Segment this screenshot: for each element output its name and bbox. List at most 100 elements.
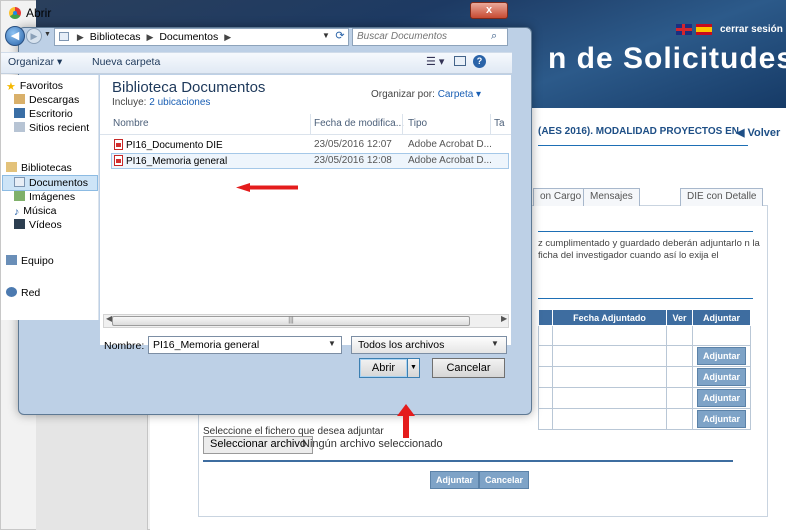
locations-link[interactable]: 2 ubicaciones: [149, 97, 210, 108]
column-divider[interactable]: [490, 114, 491, 134]
scrollbar-thumb[interactable]: |||: [112, 316, 470, 326]
table-row: Adjuntar: [538, 387, 751, 409]
cancel-button[interactable]: Cancelar: [432, 358, 505, 378]
column-divider[interactable]: [402, 114, 403, 134]
column-header-name[interactable]: Nombre: [113, 118, 149, 129]
search-icon[interactable]: ⌕: [491, 30, 497, 43]
attach-button[interactable]: Adjuntar: [697, 410, 746, 428]
nav-item-documents[interactable]: Documentos: [14, 177, 88, 189]
tab-mensajes[interactable]: Mensajes: [583, 188, 640, 206]
chevron-down-icon[interactable]: ▼: [328, 339, 336, 348]
back-arrow-icon[interactable]: ◀: [5, 26, 25, 46]
computer-icon: [6, 255, 17, 265]
annotation-arrow-icon: [397, 404, 415, 438]
preview-pane-icon[interactable]: [454, 56, 466, 66]
chevron-down-icon[interactable]: ▼: [44, 31, 51, 38]
table-header-date: Fecha Adjuntado: [552, 309, 667, 326]
column-header-row: [100, 113, 511, 135]
column-header-size[interactable]: Ta: [494, 118, 505, 129]
instructions-text: z cumplimentado y guardado deberán adjun…: [538, 238, 760, 261]
cancel-submit-button[interactable]: Cancelar: [479, 471, 530, 489]
library-includes: Incluye: 2 ubicaciones: [112, 97, 211, 108]
file-type: Adobe Acrobat D...: [408, 139, 492, 150]
divider: [203, 460, 733, 462]
nav-item-downloads[interactable]: Descargas: [14, 94, 79, 106]
column-header-type[interactable]: Tipo: [408, 118, 427, 129]
column-header-date[interactable]: Fecha de modifica...: [314, 118, 404, 129]
library-title: Biblioteca Documentos: [112, 79, 266, 96]
nav-item-videos[interactable]: Vídeos: [14, 219, 62, 231]
file-date: 23/05/2016 12:07: [314, 139, 392, 150]
dialog-title: Abrir: [26, 6, 52, 20]
filename-label: Nombre:: [104, 340, 145, 352]
attach-button[interactable]: Adjuntar: [697, 347, 746, 365]
nav-item-images[interactable]: Imágenes: [14, 191, 75, 203]
tab-cargo[interactable]: on Cargo: [533, 188, 589, 206]
uk-flag-icon[interactable]: [676, 24, 692, 35]
filetype-select[interactable]: Todos los archivos: [351, 336, 507, 354]
organize-button[interactable]: Organizar ▾: [8, 56, 62, 68]
table-header-attach: Adjuntar: [692, 309, 751, 326]
nav-item-network[interactable]: Red: [6, 287, 40, 299]
tab-die-detalle[interactable]: DIE con Detalle: [680, 188, 764, 206]
arrange-by[interactable]: Organizar por: Carpeta ▾: [371, 89, 481, 100]
table-row: [538, 325, 751, 346]
nav-item-music[interactable]: ♪ Música: [14, 205, 57, 218]
new-folder-button[interactable]: Nueva carpeta: [92, 56, 160, 68]
images-icon: [14, 191, 25, 201]
attachments-table: Fecha Adjuntado Ver Adjuntar Adjuntar Ad…: [538, 309, 751, 430]
address-bar[interactable]: ▶ Bibliotecas ▶ Documentos ▶: [54, 28, 349, 46]
spain-flag-icon[interactable]: [696, 24, 712, 35]
chevron-right-icon: ▶: [146, 32, 154, 42]
search-input[interactable]: [357, 31, 481, 42]
nav-item-desktop[interactable]: Escritorio: [14, 108, 73, 120]
divider: [538, 145, 748, 146]
chevron-right-icon: ▶: [76, 32, 84, 42]
annotation-arrow-icon: [236, 183, 298, 192]
libraries-icon: [6, 162, 17, 172]
breadcrumb-libraries[interactable]: Bibliotecas: [90, 31, 141, 43]
filename-input[interactable]: PI16_Memoria general: [148, 336, 342, 354]
column-divider[interactable]: [310, 114, 311, 134]
divider: [538, 231, 753, 232]
open-button[interactable]: Abrir: [359, 358, 408, 378]
close-button[interactable]: x: [470, 2, 508, 19]
table-row: Adjuntar: [538, 366, 751, 388]
attach-submit-button[interactable]: Adjuntar: [430, 471, 479, 489]
chrome-icon: [9, 7, 21, 19]
open-options-chevron-icon[interactable]: ▼: [407, 358, 420, 378]
nav-item-favorites[interactable]: ★ Favoritos: [6, 80, 63, 93]
table-row: Adjuntar: [538, 408, 751, 430]
refresh-icon[interactable]: ⟳: [332, 29, 348, 45]
forward-arrow-icon[interactable]: ▶: [26, 28, 42, 44]
recent-places-icon: [14, 122, 25, 132]
attach-button[interactable]: Adjuntar: [697, 368, 746, 386]
attach-button[interactable]: Adjuntar: [697, 389, 746, 407]
arrange-by-value[interactable]: Carpeta ▾: [438, 89, 481, 100]
table-row: Adjuntar: [538, 345, 751, 367]
no-file-text: Ningún archivo seleccionado: [302, 438, 443, 450]
file-row[interactable]: PI16_Documento DIE 23/05/2016 12:07 Adob…: [110, 138, 510, 153]
pdf-icon: [114, 155, 123, 166]
scroll-right-icon[interactable]: ▶: [501, 314, 507, 323]
file-date: 23/05/2016 12:08: [314, 155, 392, 166]
file-type: Adobe Acrobat D...: [408, 155, 492, 166]
chevron-down-icon[interactable]: ▼: [491, 339, 499, 348]
view-options-icon[interactable]: ☰ ▾: [426, 55, 444, 68]
logout-link[interactable]: cerrar sesión: [720, 24, 783, 35]
search-box[interactable]: [352, 28, 508, 46]
choose-file-button[interactable]: Seleccionar archivo: [203, 436, 313, 454]
nav-item-computer[interactable]: Equipo: [6, 255, 54, 267]
nav-item-libraries[interactable]: Bibliotecas: [6, 162, 72, 174]
breadcrumb-documents[interactable]: Documentos: [159, 31, 218, 43]
star-icon: ★: [6, 81, 16, 93]
file-row[interactable]: PI16_Memoria general 23/05/2016 12:08 Ad…: [110, 154, 510, 169]
documents-icon: [14, 177, 25, 187]
banner-title: n de Solicitudes: [548, 42, 786, 75]
table-header-view: Ver: [666, 309, 693, 326]
nav-item-recent[interactable]: Sitios recient: [14, 122, 89, 134]
back-link[interactable]: ◀ Volver: [736, 126, 780, 139]
help-icon[interactable]: ?: [473, 55, 486, 68]
file-name: PI16_Memoria general: [126, 156, 228, 167]
chevron-down-icon[interactable]: ▼: [322, 31, 330, 40]
